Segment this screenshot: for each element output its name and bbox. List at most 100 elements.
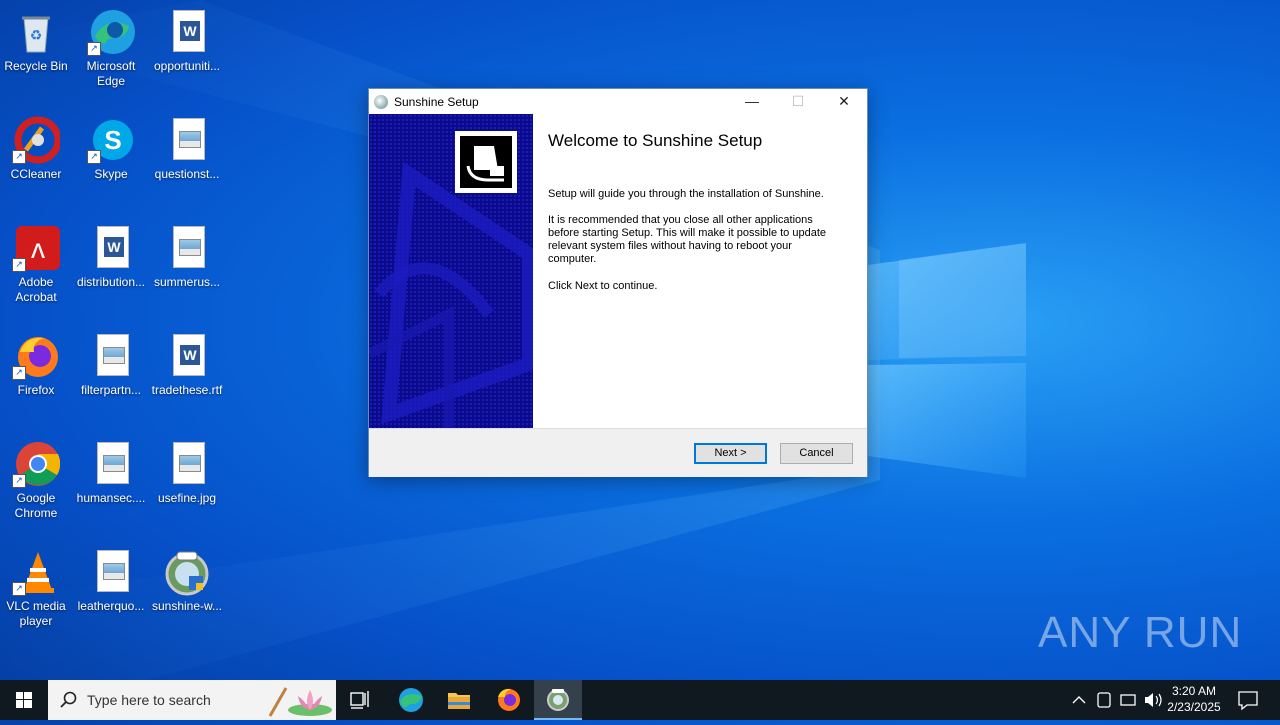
icon-label: Firefox (17, 383, 55, 397)
shortcut-arrow-icon: ↗ (12, 474, 26, 488)
desktop-icon-sunshine-installer[interactable]: sunshine-w... (149, 544, 225, 614)
icon-label: Microsoft Edge (86, 59, 136, 88)
image-file-icon (163, 224, 211, 272)
icon-label: VLC media player (6, 599, 66, 628)
minimize-button[interactable]: — (729, 89, 775, 114)
icon-label: CCleaner (10, 167, 62, 181)
vlc-icon: ↗ (12, 548, 60, 596)
desktop-icon-usefine[interactable]: usefine.jpg (149, 436, 225, 506)
sunshine-setup-icon (547, 689, 569, 711)
firefox-icon (498, 688, 520, 711)
windows-start-icon (16, 692, 32, 708)
taskbar-firefox-button[interactable] (485, 680, 533, 720)
image-file-icon (87, 440, 135, 488)
desktop-icon-leatherquo[interactable]: leatherquo... (73, 544, 149, 614)
shortcut-arrow-icon: ↗ (12, 150, 26, 164)
icon-label: filterpartn... (80, 383, 142, 397)
image-file-icon (163, 440, 211, 488)
taskbar-sunshine-setup-button[interactable] (534, 680, 582, 720)
shortcut-arrow-icon: ↗ (12, 366, 26, 380)
chrome-icon: ↗ (12, 440, 61, 488)
desktop-icon-tradethese[interactable]: W tradethese.rtf (149, 328, 225, 398)
word-document-icon: W (163, 8, 211, 56)
taskbar-edge-button[interactable] (386, 680, 434, 720)
search-highlight-lotus-icon (268, 687, 332, 717)
shortcut-arrow-icon: ↗ (12, 582, 26, 596)
svg-text:S: S (104, 125, 121, 155)
icon-label: distribution... (76, 275, 146, 289)
setup-logo (455, 131, 517, 193)
desktop-icon-vlc[interactable]: ↗ VLC media player (0, 544, 74, 629)
desktop-icon-questionst[interactable]: questionst... (149, 112, 225, 182)
wizard-content: Welcome to Sunshine Setup Setup will gui… (533, 114, 867, 428)
anyrun-watermark: ANY RUN (1038, 608, 1243, 657)
skype-icon: S ↗ (87, 116, 135, 164)
edge-icon: ↗ (87, 8, 135, 56)
taskbar: Type here to search 3:20 AM 2/23/2025 (0, 680, 1280, 720)
taskbar-clock[interactable]: 3:20 AM 2/23/2025 (1160, 683, 1228, 715)
icon-label: summerus... (153, 275, 220, 289)
volume-icon (1145, 693, 1153, 707)
continue-text: Click Next to continue. (548, 280, 658, 292)
taskbar-file-explorer-button[interactable] (435, 680, 483, 720)
image-file-icon (87, 548, 135, 596)
welcome-heading: Welcome to Sunshine Setup (548, 131, 763, 150)
desktop-icon-distribution[interactable]: W distribution... (73, 220, 149, 290)
desktop-icon-opportuniti[interactable]: W opportuniti... (149, 4, 225, 74)
close-button[interactable]: ✕ (821, 89, 867, 114)
icon-label: sunshine-w... (151, 599, 223, 613)
word-document-icon: W (163, 332, 211, 380)
installer-globe-icon (163, 548, 211, 596)
icon-label: Google Chrome (14, 491, 58, 520)
network-icon (1120, 694, 1136, 706)
system-tray-icons (1072, 692, 1162, 708)
icon-label: tradethese.rtf (151, 383, 223, 397)
ccleaner-icon: ↗ (12, 116, 62, 164)
taskbar-search-box[interactable]: Type here to search (48, 680, 336, 720)
start-button[interactable] (0, 680, 48, 720)
recommendation-text: It is recommended that you close all oth… (548, 214, 827, 265)
task-view-button[interactable] (336, 680, 384, 720)
dialog-titlebar[interactable]: Sunshine Setup — ☐ ✕ (369, 89, 867, 114)
image-file-icon (163, 116, 211, 164)
notification-center-icon[interactable] (1236, 680, 1260, 720)
desktop-icon-summerus[interactable]: summerus... (149, 220, 225, 290)
setup-app-icon (374, 95, 388, 109)
recycle-bin-icon: ♻ (12, 8, 60, 56)
desktop-icon-filterpartn[interactable]: filterpartn... (73, 328, 149, 398)
icon-label: usefine.jpg (157, 491, 217, 505)
dialog-title: Sunshine Setup (394, 95, 479, 109)
svg-text:ʌ: ʌ (31, 233, 45, 264)
word-document-icon: W (87, 224, 135, 272)
cancel-button[interactable]: Cancel (780, 443, 853, 464)
desktop-icon-skype[interactable]: S ↗ Skype (73, 112, 149, 182)
icon-label: humansec.... (76, 491, 146, 505)
file-explorer-icon (448, 693, 470, 709)
desktop-icon-edge[interactable]: ↗ Microsoft Edge (73, 4, 149, 89)
desktop-icon-google-chrome[interactable]: ↗ Google Chrome (0, 436, 74, 521)
desktop-icon-ccleaner[interactable]: ↗ CCleaner (0, 112, 74, 182)
icon-label: Skype (94, 167, 128, 181)
icon-label: Adobe Acrobat (15, 275, 57, 304)
desktop-icon-recycle-bin[interactable]: ♻ Recycle Bin (0, 4, 74, 74)
image-file-icon (87, 332, 135, 380)
meet-now-icon (1097, 692, 1111, 708)
desktop-icon-firefox[interactable]: ↗ Firefox (0, 328, 74, 398)
clock-time: 3:20 AM (1171, 684, 1217, 698)
shortcut-arrow-icon: ↗ (87, 42, 101, 56)
svg-text:♻: ♻ (30, 27, 43, 43)
sunshine-setup-dialog: Sunshine Setup — ☐ ✕ Welcome to Sunshine… (368, 88, 868, 477)
show-hidden-icons-chevron-icon (1072, 696, 1086, 704)
icon-label: Recycle Bin (4, 59, 68, 73)
desktop-icon-humansec[interactable]: humansec.... (73, 436, 149, 506)
icon-label: leatherquo... (77, 599, 145, 613)
next-button[interactable]: Next > (694, 443, 767, 464)
task-view-icon (350, 691, 369, 709)
adobe-acrobat-icon: ʌ ↗ (12, 224, 60, 272)
shortcut-arrow-icon: ↗ (12, 258, 26, 272)
clock-date: 2/23/2025 (1167, 700, 1221, 714)
desktop-icon-adobe-acrobat[interactable]: ʌ ↗ Adobe Acrobat (0, 220, 74, 305)
firefox-icon: ↗ (12, 332, 60, 380)
maximize-button: ☐ (791, 93, 805, 109)
shortcut-arrow-icon: ↗ (87, 150, 101, 164)
